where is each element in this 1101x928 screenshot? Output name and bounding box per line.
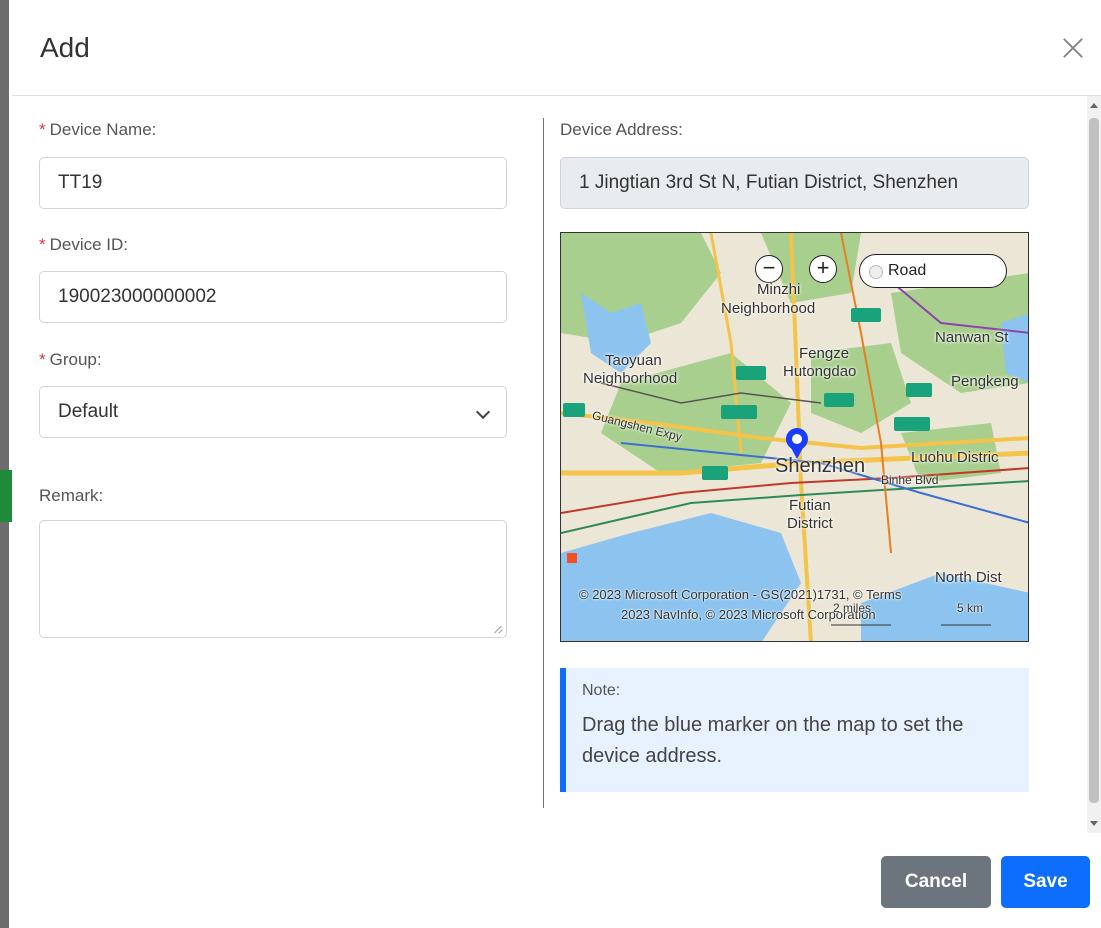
resize-handle-icon[interactable] xyxy=(494,625,502,633)
remark-textarea[interactable] xyxy=(39,520,507,638)
dialog-title: Add xyxy=(40,32,90,63)
device-id-input[interactable] xyxy=(39,271,507,323)
map-label-hutongdao: Hutongdao xyxy=(783,363,857,380)
map-label-pengkeng: Pengkeng xyxy=(951,373,1019,390)
dialog-footer: Cancel Save xyxy=(12,834,1101,928)
map-style-label: Road xyxy=(888,262,927,279)
zoom-out-button[interactable]: − xyxy=(755,255,783,283)
scroll-thumb[interactable] xyxy=(1089,118,1099,803)
chevron-down-icon xyxy=(475,404,491,420)
map-style-selector[interactable]: Road xyxy=(859,254,1007,288)
map-label-nanwan: Nanwan St xyxy=(935,329,1009,346)
device-address-label: Device Address: xyxy=(560,120,683,139)
cancel-button[interactable]: Cancel xyxy=(881,856,991,908)
remark-label: Remark: xyxy=(39,486,104,505)
note-text: Drag the blue marker on the map to set t… xyxy=(582,714,964,767)
dialog-scrollbar[interactable] xyxy=(1087,96,1101,833)
map-label-futian: Futian xyxy=(789,497,831,514)
group-label: * Group: xyxy=(39,350,102,370)
map-style-icon xyxy=(869,265,883,279)
map-label-taoyuan: Taoyuan xyxy=(605,352,662,369)
map-label-neighborhood: Neighborhood xyxy=(583,370,678,387)
map-label-binhe: Binhe Blvd xyxy=(881,473,939,487)
scroll-up-icon[interactable] xyxy=(1090,103,1098,108)
map-copyright: © 2023 Microsoft Corporation - GS(2021)1… xyxy=(579,587,902,602)
group-label-text: Group: xyxy=(49,350,102,369)
map-label-fengze: Fengze xyxy=(799,345,850,362)
close-icon[interactable] xyxy=(1059,34,1087,62)
save-button[interactable]: Save xyxy=(1001,856,1090,908)
device-name-label-text: Device Name: xyxy=(49,120,157,139)
required-mark: * xyxy=(39,120,46,139)
required-mark: * xyxy=(39,235,46,254)
backdrop-overlay xyxy=(0,0,9,928)
map-view[interactable]: − + Road Minzhi Neighborhood Nanwan St F… xyxy=(560,232,1029,642)
map-label-luohu: Luohu Distric xyxy=(911,449,999,466)
device-id-label-text: Device ID: xyxy=(49,235,129,254)
column-divider xyxy=(543,118,544,808)
dialog-body: *Device Name: *Device ID: *Group: Defaul… xyxy=(12,96,1101,833)
map-label-north-dist: North Dist xyxy=(935,569,1002,586)
note-box: Note: Drag the blue marker on the map to… xyxy=(560,668,1029,792)
device-name-label: * Device Name: xyxy=(39,120,156,140)
required-mark: * xyxy=(39,350,46,369)
zoom-in-button[interactable]: + xyxy=(809,255,837,283)
device-name-input[interactable] xyxy=(39,157,507,209)
note-label: Note: xyxy=(582,682,621,699)
add-device-dialog: Add *Device Name: *Device ID: *Group: De… xyxy=(12,0,1101,928)
map-label-shenzhen: Shenzhen xyxy=(775,455,866,477)
group-selected-value: Default xyxy=(58,401,119,422)
scroll-down-icon[interactable] xyxy=(1090,821,1098,826)
map-label-minzhi: Minzhi xyxy=(757,281,801,298)
map-scale-km: 5 km xyxy=(957,601,984,615)
group-select[interactable]: Default xyxy=(39,386,507,438)
map-scale-miles: 2 miles xyxy=(833,601,872,615)
device-id-label: * Device ID: xyxy=(39,235,128,255)
dialog-header: Add xyxy=(12,0,1101,96)
device-address-input[interactable]: 1 Jingtian 3rd St N, Futian District, Sh… xyxy=(560,157,1029,209)
map-label-district: District xyxy=(787,515,833,532)
map-label-neighborhood: Neighborhood xyxy=(721,300,816,317)
